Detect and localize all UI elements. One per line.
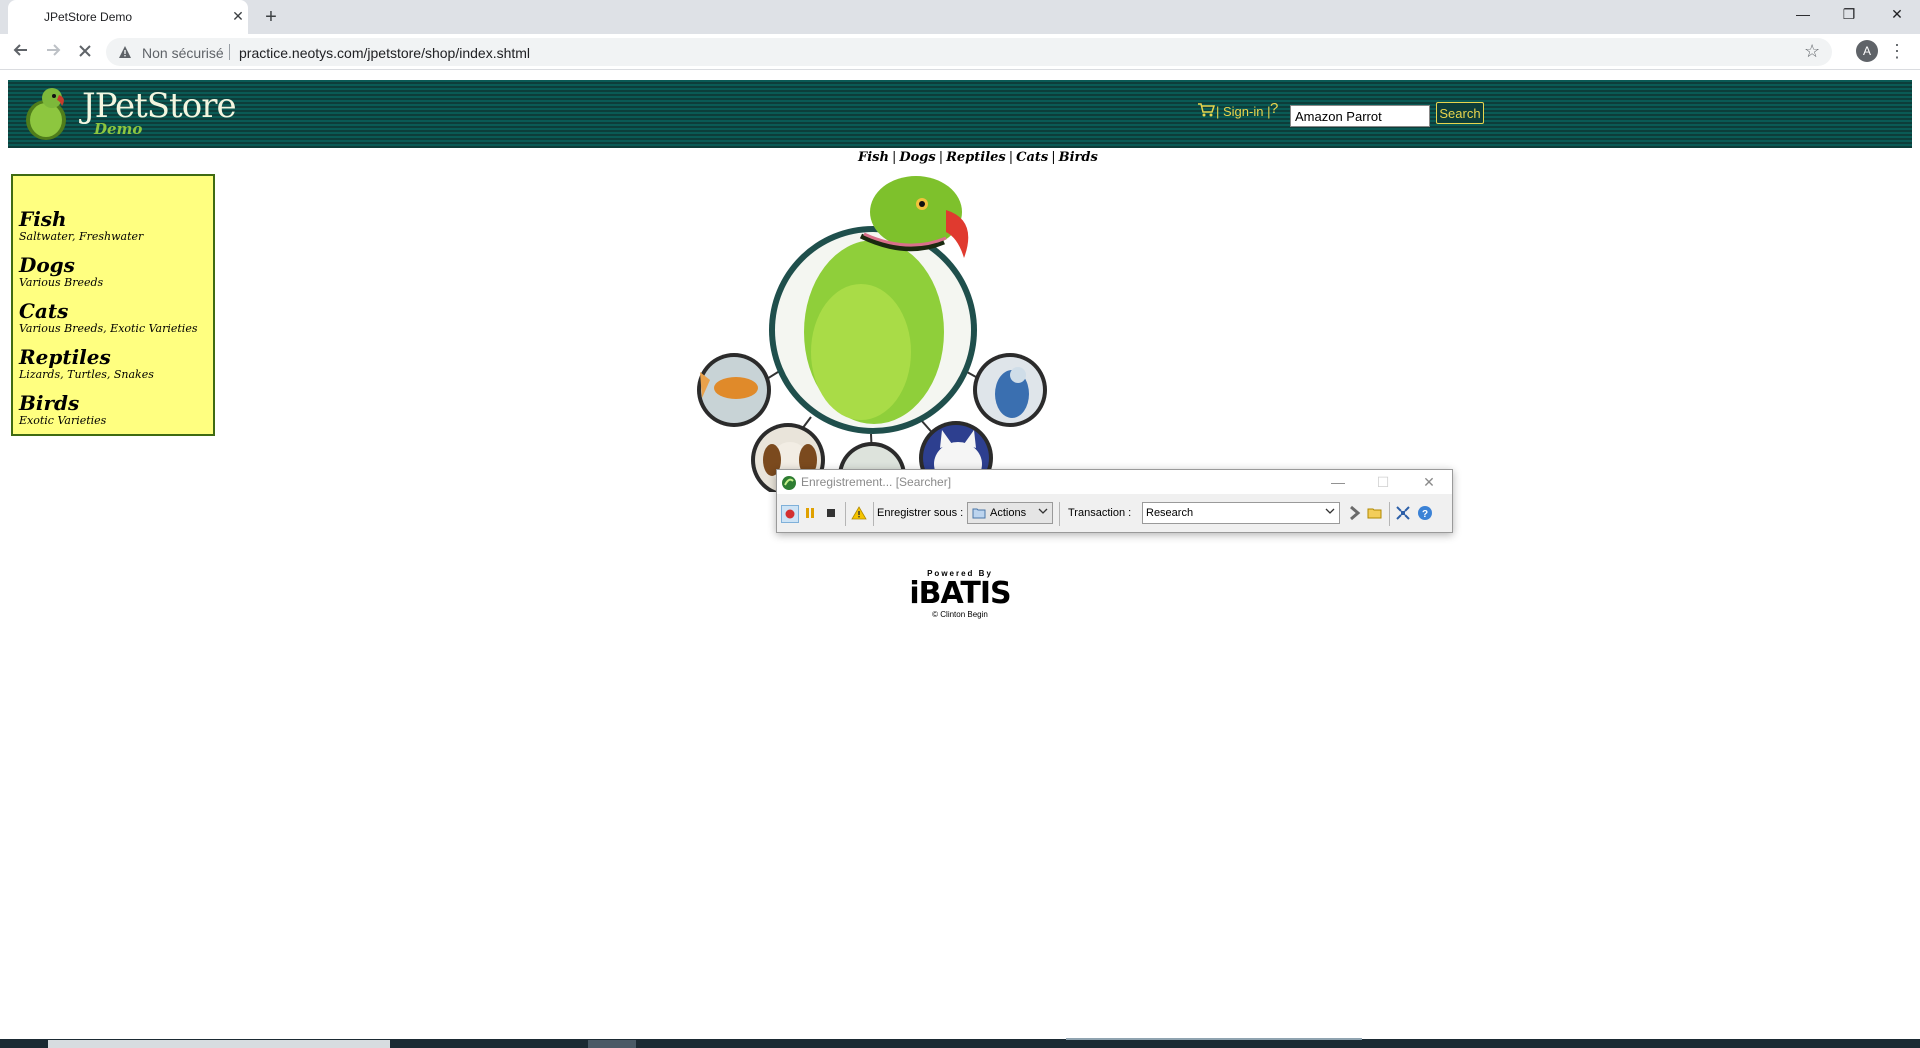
sidebar-category-cats: Cats Various Breeds, Exotic Varieties: [19, 300, 197, 336]
search-input[interactable]: [1290, 105, 1430, 127]
profile-avatar[interactable]: A: [1856, 40, 1878, 62]
quicklink-dogs[interactable]: Dogs: [899, 150, 935, 165]
recording-minimize-button[interactable]: —: [1328, 473, 1348, 491]
category-description: Saltwater, Freshwater: [19, 230, 144, 243]
quicklink-fish[interactable]: Fish: [858, 150, 889, 165]
browser-menu-icon[interactable]: ⋮: [1888, 40, 1906, 62]
browser-tab-bar: JPetStore Demo ✕ + — ❐ ✕: [0, 0, 1920, 34]
site-logo-subtitle: Demo: [94, 120, 143, 138]
url-text[interactable]: practice.neotys.com/jpetstore/shop/index…: [239, 45, 530, 61]
omnibox-divider: [229, 44, 230, 60]
ibatis-logo: Powered By iBATIS © Clinton Begin: [904, 569, 1016, 629]
stop-loading-icon[interactable]: [74, 41, 96, 63]
ibatis-brand-text: iBATIS: [909, 576, 1011, 611]
new-tab-button[interactable]: +: [260, 6, 282, 28]
category-sidebar: Fish Saltwater, Freshwater Dogs Various …: [11, 174, 215, 436]
quicklink-separator: |: [1051, 150, 1056, 165]
quicklink-birds[interactable]: Birds: [1059, 150, 1098, 165]
toolbar-divider: [845, 502, 846, 526]
fish-image-link[interactable]: [697, 353, 771, 427]
category-description: Various Breeds, Exotic Varieties: [19, 322, 198, 335]
site-header: JPetStore Demo | Sign-in | ? Search: [8, 80, 1912, 148]
cart-icon[interactable]: [1197, 102, 1216, 118]
save-under-value: Actions: [990, 507, 1027, 519]
taskbar-search-box[interactable]: [48, 1040, 390, 1048]
category-link-dogs[interactable]: Dogs: [19, 254, 103, 276]
save-under-dropdown[interactable]: Actions: [967, 502, 1053, 524]
quicklink-separator: |: [891, 150, 897, 165]
open-folder-icon[interactable]: [1367, 505, 1385, 523]
tab-title: JPetStore Demo: [44, 10, 133, 24]
browser-tab[interactable]: JPetStore Demo ✕: [8, 0, 248, 34]
bookmark-star-icon[interactable]: ☆: [1804, 41, 1820, 62]
splash-image-map: [696, 172, 1050, 510]
warning-icon[interactable]: [118, 45, 132, 59]
chevron-down-icon: [1038, 506, 1048, 519]
next-transaction-icon[interactable]: [1346, 505, 1364, 523]
quicklink-separator: |: [1008, 150, 1014, 165]
sidebar-category-dogs: Dogs Various Breeds: [19, 254, 103, 290]
warning-icon[interactable]: [851, 505, 869, 523]
minimize-window-button[interactable]: —: [1794, 5, 1812, 23]
back-arrow-icon[interactable]: [10, 41, 32, 63]
recording-window-titlebar[interactable]: Enregistrement... [Searcher] — ☐ ✕: [777, 470, 1452, 494]
chevron-down-icon: [1325, 506, 1335, 519]
pause-icon[interactable]: [802, 505, 820, 523]
tab-close-icon[interactable]: ✕: [230, 8, 246, 24]
category-description: Various Breeds: [19, 276, 104, 289]
toolbar-divider: [873, 502, 874, 526]
help-icon[interactable]: ?: [1270, 100, 1278, 117]
restore-window-button[interactable]: ❐: [1840, 5, 1858, 23]
transaction-label: Transaction :: [1068, 507, 1132, 519]
category-link-reptiles[interactable]: Reptiles: [19, 346, 154, 368]
toolbar-divider: [1059, 502, 1060, 526]
transaction-value: Research: [1146, 507, 1194, 519]
category-link-fish[interactable]: Fish: [19, 208, 143, 230]
sidebar-category-fish: Fish Saltwater, Freshwater: [19, 208, 143, 244]
recording-close-button[interactable]: ✕: [1419, 473, 1439, 491]
fit-screen-icon[interactable]: [1395, 505, 1413, 523]
stop-icon[interactable]: [823, 505, 841, 523]
neoload-app-icon: [781, 475, 797, 491]
parrot-logo-icon[interactable]: [22, 86, 72, 142]
parrot-image-link[interactable]: [769, 176, 977, 434]
search-button[interactable]: Search: [1436, 102, 1484, 124]
record-icon[interactable]: [781, 505, 799, 523]
category-link-cats[interactable]: Cats: [19, 300, 197, 322]
recording-maximize-button[interactable]: ☐: [1373, 473, 1393, 491]
sidebar-category-birds: Birds Exotic Varieties: [19, 392, 106, 428]
quicklink-cats[interactable]: Cats: [1016, 150, 1048, 165]
toolbar-divider: [1389, 502, 1390, 526]
close-window-button[interactable]: ✕: [1888, 5, 1906, 23]
taskbar-active-indicator: [1066, 1038, 1362, 1040]
taskbar-app-button[interactable]: [588, 1040, 636, 1048]
signin-link[interactable]: | Sign-in |: [1216, 104, 1270, 119]
security-status[interactable]: Non sécurisé: [142, 45, 224, 61]
recording-window-title: Enregistrement... [Searcher]: [801, 475, 952, 489]
category-link-birds[interactable]: Birds: [19, 392, 106, 414]
sidebar-category-reptiles: Reptiles Lizards, Turtles, Snakes: [19, 346, 154, 382]
folder-icon: [972, 507, 986, 519]
blue-parrot-image-link[interactable]: [973, 353, 1047, 427]
help-icon[interactable]: ?: [1417, 505, 1435, 523]
svg-text:?: ?: [1422, 509, 1428, 520]
category-description: Exotic Varieties: [19, 414, 107, 427]
quick-links-bar: Fish | Dogs | Reptiles | Cats | Birds: [858, 150, 1098, 165]
forward-arrow-icon[interactable]: [42, 41, 64, 63]
save-under-label: Enregistrer sous :: [877, 507, 964, 519]
quicklink-reptiles[interactable]: Reptiles: [946, 150, 1006, 165]
recording-toolbar: Enregistrer sous : Actions Transaction :…: [777, 498, 1452, 530]
copyright-text: © Clinton Begin: [932, 610, 988, 619]
quicklink-separator: |: [938, 150, 944, 165]
transaction-combobox[interactable]: Research: [1142, 502, 1340, 524]
recording-window: Enregistrement... [Searcher] — ☐ ✕ Enreg…: [776, 469, 1453, 533]
category-description: Lizards, Turtles, Snakes: [19, 368, 154, 381]
address-bar[interactable]: Non sécurisé practice.neotys.com/jpetsto…: [106, 38, 1832, 66]
browser-toolbar: Non sécurisé practice.neotys.com/jpetsto…: [0, 34, 1920, 70]
